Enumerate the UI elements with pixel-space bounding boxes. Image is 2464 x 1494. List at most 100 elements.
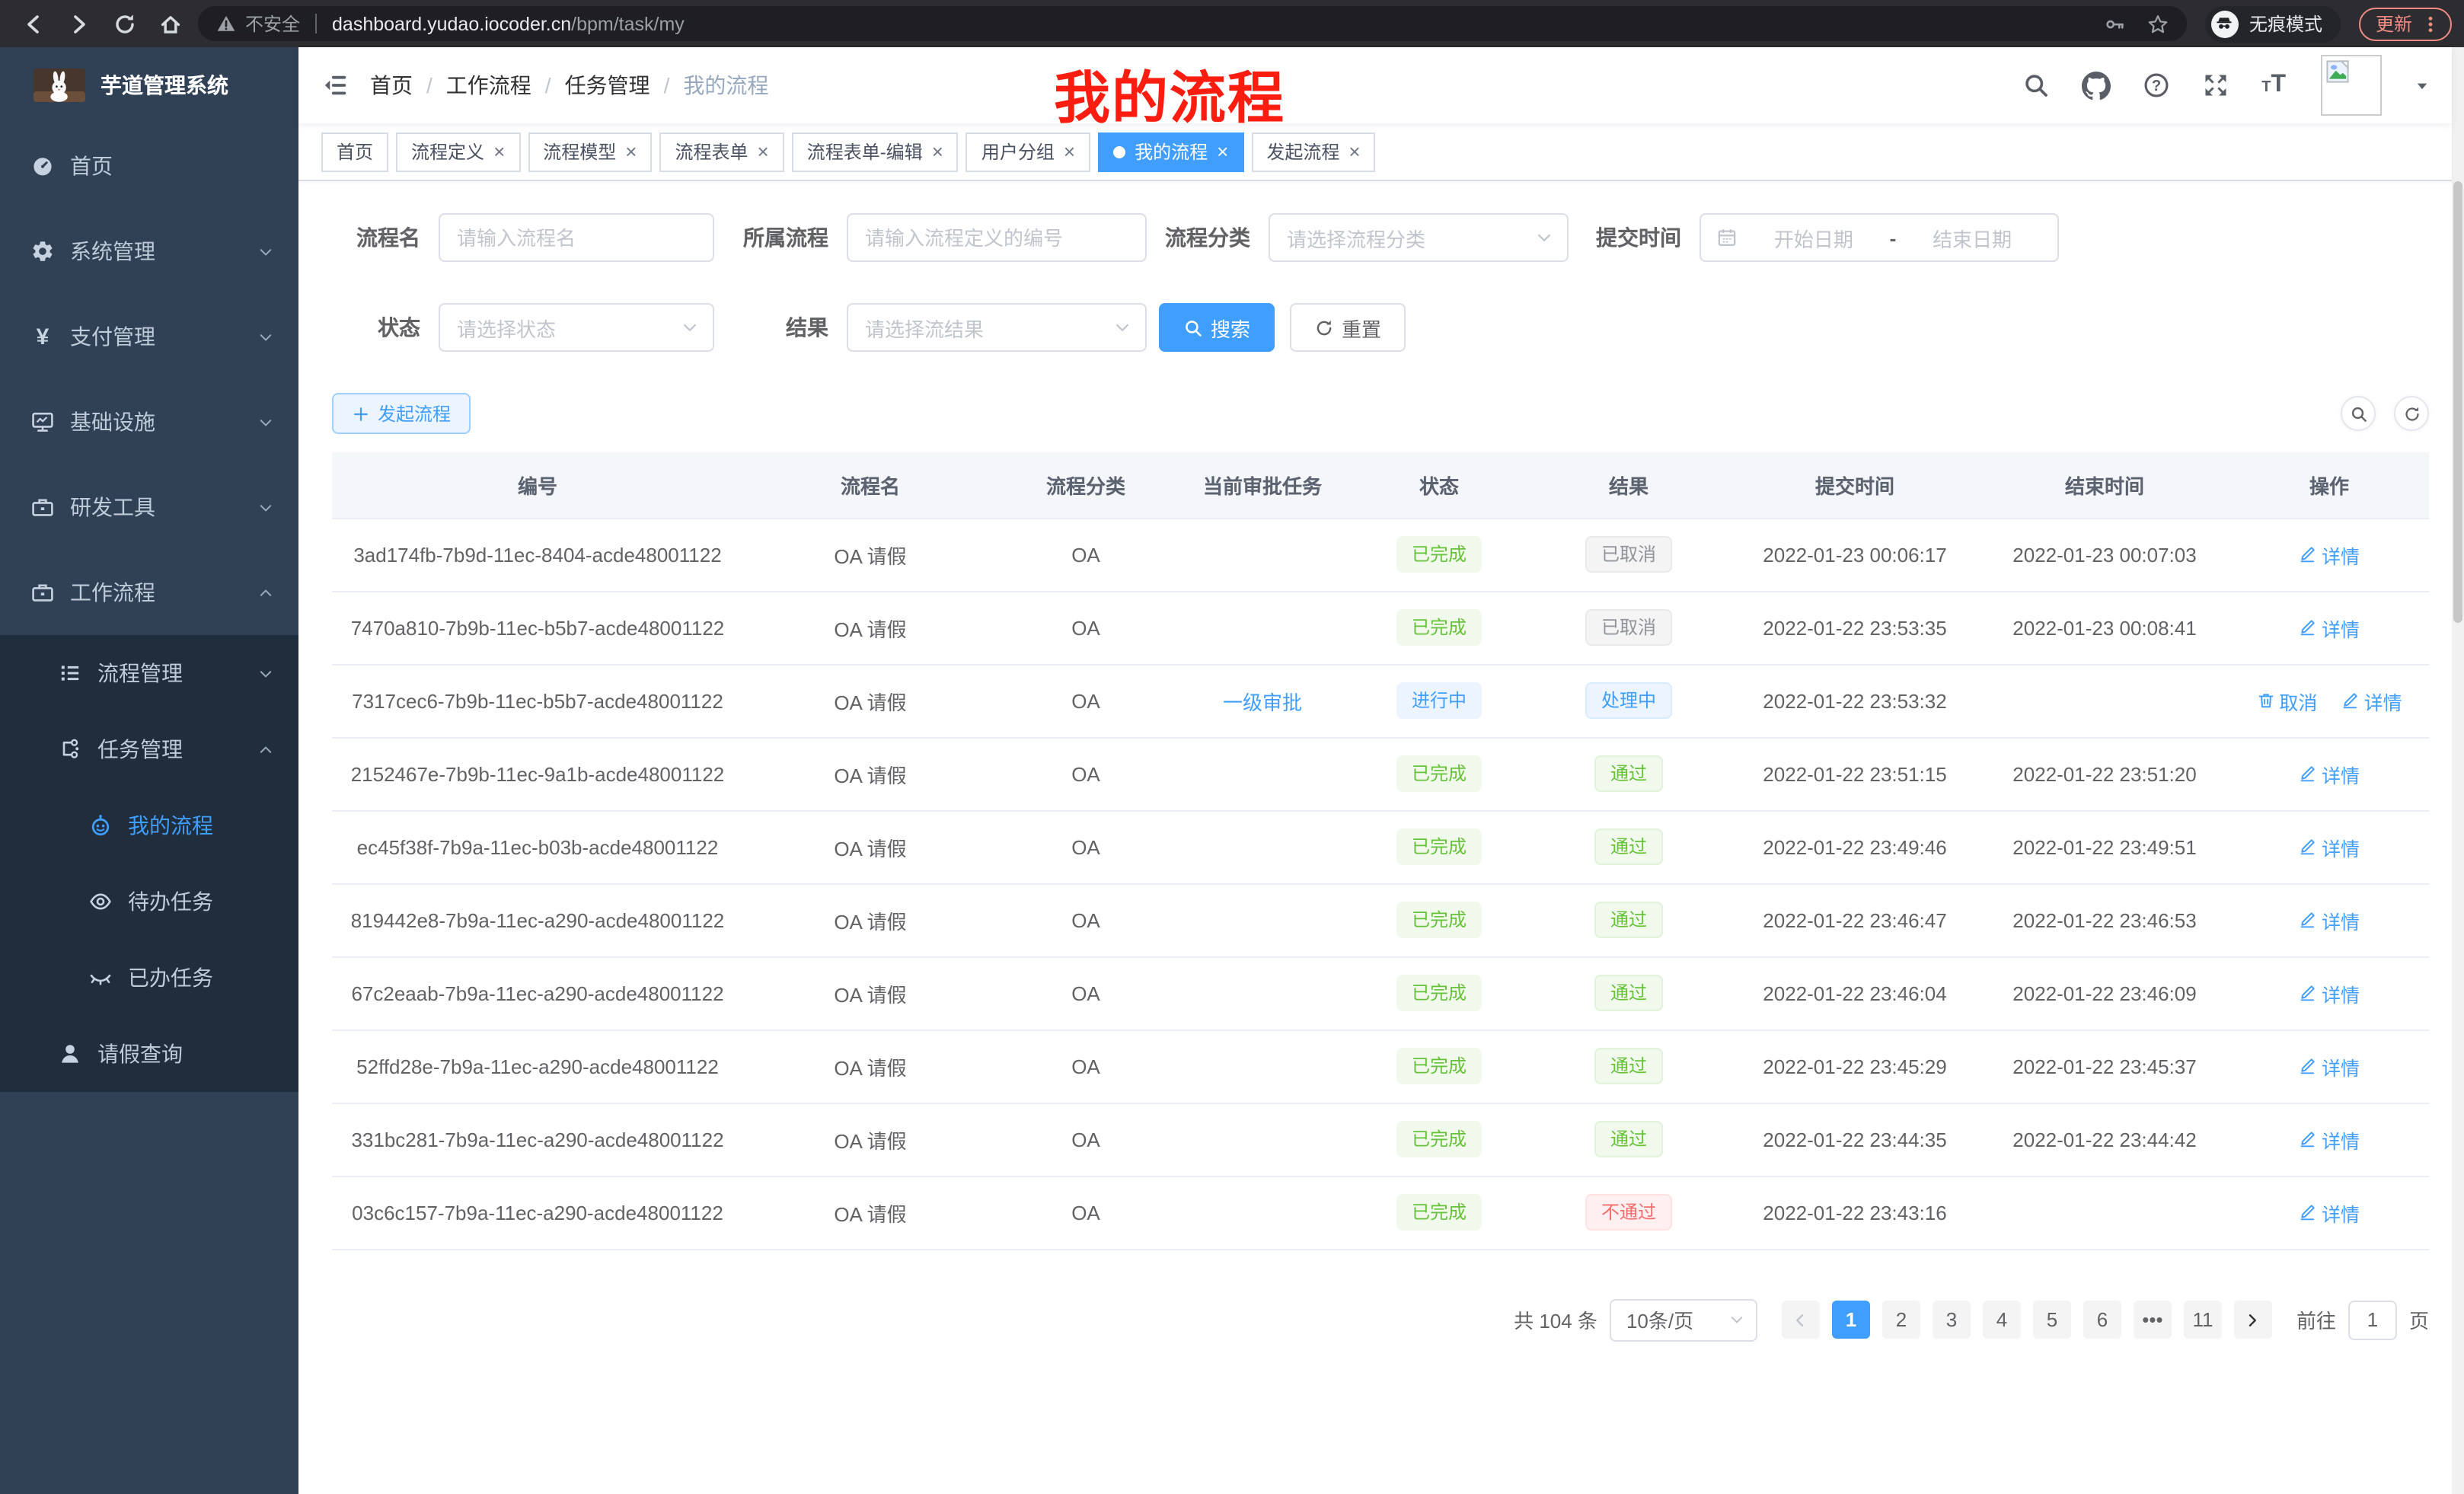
edit-icon: [2341, 691, 2360, 710]
sidebar-item[interactable]: 研发工具: [0, 464, 298, 550]
prev-page-button[interactable]: [1782, 1301, 1820, 1339]
submit-time-range-picker[interactable]: 开始日期 - 结束日期: [1700, 213, 2059, 262]
detail-link[interactable]: 详情: [2299, 1198, 2360, 1227]
font-size-icon[interactable]: TT: [2261, 72, 2286, 99]
sidebar-item[interactable]: 基础设施: [0, 379, 298, 464]
detail-link[interactable]: 详情: [2341, 686, 2402, 715]
search-button[interactable]: 搜索: [1159, 303, 1275, 352]
tab-item[interactable]: 发起流程 ×: [1251, 132, 1375, 171]
tab-item[interactable]: 流程表单 ×: [659, 132, 784, 171]
password-key-icon[interactable]: [2105, 13, 2126, 34]
goto-page-input[interactable]: [2348, 1300, 2397, 1339]
detail-link[interactable]: 详情: [2299, 832, 2360, 861]
browser-update-button[interactable]: 更新: [2359, 7, 2452, 40]
detail-link[interactable]: 详情: [2299, 978, 2360, 1007]
reset-button[interactable]: 重置: [1290, 303, 1406, 352]
tab-item[interactable]: 首页: [321, 132, 388, 171]
next-page-button[interactable]: [2234, 1301, 2272, 1339]
tab-label: 我的流程: [1135, 133, 1208, 170]
sidebar-item[interactable]: 支付管理: [0, 294, 298, 379]
toggle-search-button[interactable]: [2341, 396, 2376, 431]
github-icon[interactable]: [2082, 71, 2111, 100]
sidebar-item[interactable]: 请假查询: [0, 1016, 298, 1092]
create-process-button[interactable]: 发起流程: [332, 393, 471, 434]
address-bar[interactable]: 不安全 dashboard.yudao.iocoder.cn/bpm/task/…: [198, 6, 2187, 41]
column-header: 提交时间: [1730, 452, 1980, 518]
plus-icon: [352, 404, 370, 423]
result-select[interactable]: 请选择流结果: [847, 303, 1147, 352]
tab-active[interactable]: 我的流程 ×: [1098, 132, 1243, 171]
sidebar-item[interactable]: 工作流程: [0, 550, 298, 635]
close-icon[interactable]: ×: [493, 142, 505, 161]
page-button[interactable]: 2: [1882, 1301, 1920, 1339]
tab-item[interactable]: 用户分组 ×: [966, 132, 1090, 171]
reload-icon[interactable]: [113, 11, 137, 36]
sidebar-item[interactable]: 已办任务: [0, 940, 298, 1016]
page-button[interactable]: 4: [1983, 1301, 2021, 1339]
process-definition-input[interactable]: [847, 213, 1147, 262]
close-icon[interactable]: ×: [1348, 142, 1360, 161]
reset-button-label: 重置: [1342, 313, 1381, 342]
top-navbar: 首页 / 工作流程 / 任务管理 / 我的流程 我的流程 TT: [298, 47, 2452, 123]
cancel-link[interactable]: 取消: [2256, 686, 2317, 715]
scrollbar-thumb[interactable]: [2453, 181, 2462, 623]
tab-item[interactable]: 流程表单-编辑 ×: [792, 132, 959, 171]
detail-link[interactable]: 详情: [2299, 905, 2360, 934]
page-size-select[interactable]: 10条/页: [1610, 1298, 1757, 1341]
detail-link[interactable]: 详情: [2299, 540, 2360, 569]
sidebar-item[interactable]: 我的流程: [0, 787, 298, 864]
refresh-table-button[interactable]: [2394, 396, 2429, 431]
incognito-label: 无痕模式: [2249, 11, 2322, 37]
avatar[interactable]: [2321, 55, 2382, 116]
detail-link[interactable]: 详情: [2299, 1052, 2360, 1081]
sidebar-item[interactable]: 首页: [0, 123, 298, 209]
current-task-link[interactable]: 一级审批: [1223, 691, 1302, 713]
close-icon[interactable]: ×: [625, 142, 637, 161]
sidebar-item-label: 已办任务: [128, 962, 213, 993]
browser-menu-icon[interactable]: [2420, 13, 2441, 34]
page-button[interactable]: •••: [2134, 1301, 2172, 1339]
home-icon[interactable]: [158, 11, 183, 36]
page-button[interactable]: 6: [2083, 1301, 2121, 1339]
breadcrumb-item[interactable]: 工作流程: [446, 70, 531, 101]
hamburger-icon[interactable]: [321, 72, 349, 99]
close-icon[interactable]: ×: [1217, 142, 1228, 161]
page-button[interactable]: 3: [1933, 1301, 1971, 1339]
browser-toolbar: 不安全 dashboard.yudao.iocoder.cn/bpm/task/…: [0, 0, 2464, 47]
edit-icon: [2299, 1057, 2317, 1075]
page-button[interactable]: 1: [1832, 1301, 1870, 1339]
close-icon[interactable]: ×: [1064, 142, 1075, 161]
scrollbar[interactable]: [2452, 47, 2464, 1494]
detail-link[interactable]: 详情: [2299, 613, 2360, 642]
back-icon[interactable]: [21, 11, 46, 36]
help-icon[interactable]: [2143, 72, 2170, 99]
forward-icon[interactable]: [67, 11, 91, 36]
sidebar-item[interactable]: 系统管理: [0, 209, 298, 294]
status-select[interactable]: 请选择状态: [439, 303, 714, 352]
tab-item[interactable]: 流程定义 ×: [396, 132, 520, 171]
process-name-input[interactable]: [439, 213, 714, 262]
sidebar-item[interactable]: 任务管理: [0, 711, 298, 787]
fullscreen-icon[interactable]: [2202, 72, 2229, 99]
sidebar-item[interactable]: 待办任务: [0, 864, 298, 940]
cell-submit-time: 2022-01-22 23:46:47: [1730, 883, 1980, 956]
header-search-icon[interactable]: [2022, 72, 2050, 99]
tab-item[interactable]: 流程模型 ×: [528, 132, 652, 171]
page-button[interactable]: 11: [2184, 1301, 2222, 1339]
close-icon[interactable]: ×: [932, 142, 943, 161]
process-category-select[interactable]: 请选择流程分类: [1269, 213, 1569, 262]
close-icon[interactable]: ×: [758, 142, 769, 161]
table-row: 67c2eaab-7b9a-11ec-a290-acde48001122 OA …: [332, 956, 2429, 1030]
action-label: 详情: [2322, 1198, 2360, 1227]
breadcrumb-item[interactable]: 首页: [370, 70, 413, 101]
app-logo[interactable]: 芋道管理系统: [0, 47, 298, 123]
bookmark-star-icon[interactable]: [2147, 13, 2169, 34]
page-button[interactable]: 5: [2033, 1301, 2071, 1339]
cell-submit-time: 2022-01-22 23:49:46: [1730, 810, 1980, 883]
detail-link[interactable]: 详情: [2299, 759, 2360, 788]
sidebar-item-label: 首页: [70, 151, 113, 181]
breadcrumb-item[interactable]: 任务管理: [565, 70, 650, 101]
detail-link[interactable]: 详情: [2299, 1125, 2360, 1154]
user-menu-caret-icon[interactable]: [2414, 77, 2430, 94]
sidebar-item[interactable]: 流程管理: [0, 635, 298, 711]
